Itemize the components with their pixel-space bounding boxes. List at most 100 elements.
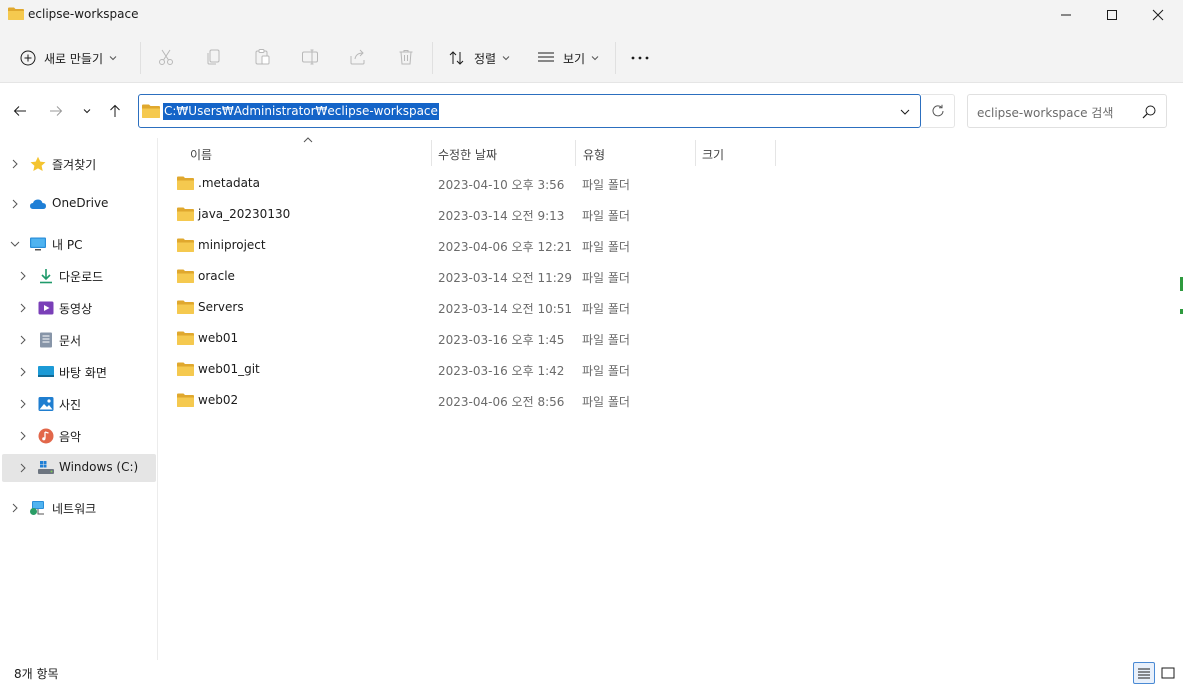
table-row[interactable]: miniproject 2023-04-06 오후 12:21 파일 폴더 — [173, 231, 793, 259]
table-row[interactable]: oracle 2023-03-14 오전 11:29 파일 폴더 — [173, 262, 793, 290]
search-box[interactable]: eclipse-workspace 검색 — [967, 94, 1167, 128]
column-header-type[interactable]: 유형 — [583, 142, 605, 166]
sidebar-item-pictures[interactable]: 사진 — [2, 390, 156, 418]
file-type: 파일 폴더 — [582, 178, 630, 192]
sort-button[interactable]: 정렬 — [448, 44, 510, 72]
music-icon — [38, 428, 54, 444]
sidebar-item-documents[interactable]: 문서 — [2, 326, 156, 354]
paste-button[interactable] — [252, 47, 272, 67]
document-icon — [40, 332, 52, 348]
sidebar-item-desktop[interactable]: 바탕 화면 — [2, 358, 156, 386]
sidebar-item-downloads[interactable]: 다운로드 — [2, 262, 156, 290]
file-name[interactable]: java_20230130 — [198, 207, 290, 221]
column-header-modified[interactable]: 수정한 날짜 — [438, 142, 497, 166]
folder-icon — [8, 7, 24, 20]
rename-button[interactable] — [300, 47, 320, 67]
file-name[interactable]: oracle — [198, 269, 235, 283]
more-options-button[interactable] — [631, 44, 649, 72]
chevron-down-icon — [900, 109, 910, 115]
file-modified: 2023-04-10 오후 3:56 — [438, 178, 565, 192]
drive-icon — [38, 461, 54, 474]
file-modified: 2023-03-16 오후 1:42 — [438, 364, 565, 378]
share-icon — [350, 49, 365, 65]
sidebar-item-label: OneDrive — [52, 196, 109, 210]
download-icon — [40, 269, 52, 284]
column-divider[interactable] — [775, 140, 776, 166]
sidebar-item-music[interactable]: 음악 — [2, 422, 156, 450]
address-path[interactable]: C:₩Users₩Administrator₩eclipse-workspace — [163, 103, 439, 120]
address-bar[interactable]: C:₩Users₩Administrator₩eclipse-workspace — [138, 94, 921, 128]
file-list: 이름 수정한 날짜 유형 크기 .metadata 2023-04-10 오후 3… — [159, 137, 1183, 660]
new-button[interactable]: 새로 만들기 — [20, 44, 117, 72]
table-row[interactable]: web01_git 2023-03-16 오후 1:42 파일 폴더 — [173, 355, 793, 383]
navigation-pane: 즐겨찾기 OneDrive 내 PC 다운로드 동영상 문서 바탕 화면 사진 — [0, 138, 158, 660]
file-name[interactable]: web02 — [198, 393, 238, 407]
table-row[interactable]: web01 2023-03-16 오후 1:45 파일 폴더 — [173, 324, 793, 352]
file-name[interactable]: web01 — [198, 331, 238, 345]
sidebar-item-windows-c[interactable]: Windows (C:) — [2, 454, 156, 482]
delete-button[interactable] — [396, 47, 416, 67]
sidebar-item-network[interactable]: 네트워크 — [2, 494, 156, 522]
copy-button[interactable] — [204, 47, 224, 67]
clipboard-icon — [255, 49, 270, 65]
column-divider[interactable] — [431, 140, 432, 166]
folder-icon — [177, 331, 194, 345]
file-modified: 2023-03-14 오전 10:51 — [438, 302, 573, 316]
sort-icon — [449, 51, 464, 65]
chevron-right-icon — [20, 399, 26, 409]
cut-button[interactable] — [156, 47, 176, 67]
minimize-button[interactable] — [1043, 0, 1089, 30]
file-name[interactable]: miniproject — [198, 238, 266, 252]
sidebar-item-onedrive[interactable]: OneDrive — [2, 190, 156, 218]
sidebar-item-this-pc[interactable]: 내 PC — [2, 230, 156, 258]
share-button[interactable] — [348, 47, 368, 67]
up-button[interactable] — [104, 100, 126, 122]
large-icons-view-button[interactable] — [1157, 662, 1179, 684]
sidebar-item-label: 사진 — [59, 398, 82, 412]
file-name[interactable]: Servers — [198, 300, 244, 314]
column-divider[interactable] — [695, 140, 696, 166]
sidebar-item-label: 즐겨찾기 — [52, 158, 97, 172]
sidebar-item-videos[interactable]: 동영상 — [2, 294, 156, 322]
close-button[interactable] — [1135, 0, 1181, 30]
back-button[interactable] — [9, 100, 31, 122]
chevron-down-icon — [591, 56, 599, 61]
sort-ascending-icon — [303, 137, 313, 143]
chevron-right-icon — [20, 367, 26, 377]
address-dropdown-button[interactable] — [897, 104, 913, 120]
sidebar-item-label: 네트워크 — [52, 502, 97, 516]
sort-button-label: 정렬 — [474, 51, 497, 66]
column-header-name[interactable]: 이름 — [190, 142, 212, 166]
view-button[interactable]: 보기 — [537, 44, 599, 72]
view-list-icon — [538, 52, 554, 62]
file-name[interactable]: .metadata — [198, 176, 260, 190]
table-row[interactable]: web02 2023-04-06 오전 8:56 파일 폴더 — [173, 386, 793, 414]
sidebar-item-favorites[interactable]: 즐겨찾기 — [2, 150, 156, 178]
column-header-label: 수정한 날짜 — [438, 147, 498, 162]
cloud-icon — [30, 199, 46, 209]
search-icon[interactable] — [1141, 104, 1157, 120]
folder-icon — [142, 104, 160, 118]
sidebar-item-label: 문서 — [59, 334, 82, 348]
refresh-icon — [932, 104, 943, 117]
table-row[interactable]: Servers 2023-03-14 오전 10:51 파일 폴더 — [173, 293, 793, 321]
column-header-size[interactable]: 크기 — [702, 142, 724, 166]
maximize-button[interactable] — [1089, 0, 1135, 30]
table-row[interactable]: .metadata 2023-04-10 오후 3:56 파일 폴더 — [173, 169, 793, 197]
monitor-icon — [30, 237, 46, 251]
file-type: 파일 폴더 — [582, 302, 630, 316]
scissors-icon — [159, 49, 173, 65]
file-type: 파일 폴더 — [582, 271, 630, 285]
file-name[interactable]: web01_git — [198, 362, 260, 376]
desktop-icon — [38, 366, 54, 377]
details-view-button[interactable] — [1133, 662, 1155, 684]
table-row[interactable]: java_20230130 2023-03-14 오전 9:13 파일 폴더 — [173, 200, 793, 228]
refresh-button[interactable] — [921, 94, 955, 128]
column-divider[interactable] — [575, 140, 576, 166]
recent-locations-button[interactable] — [76, 100, 98, 122]
folder-icon — [177, 238, 194, 252]
chevron-right-icon — [20, 303, 26, 313]
file-type: 파일 폴더 — [582, 209, 630, 223]
item-count: 8개 항목 — [14, 667, 59, 681]
forward-button[interactable] — [45, 100, 67, 122]
